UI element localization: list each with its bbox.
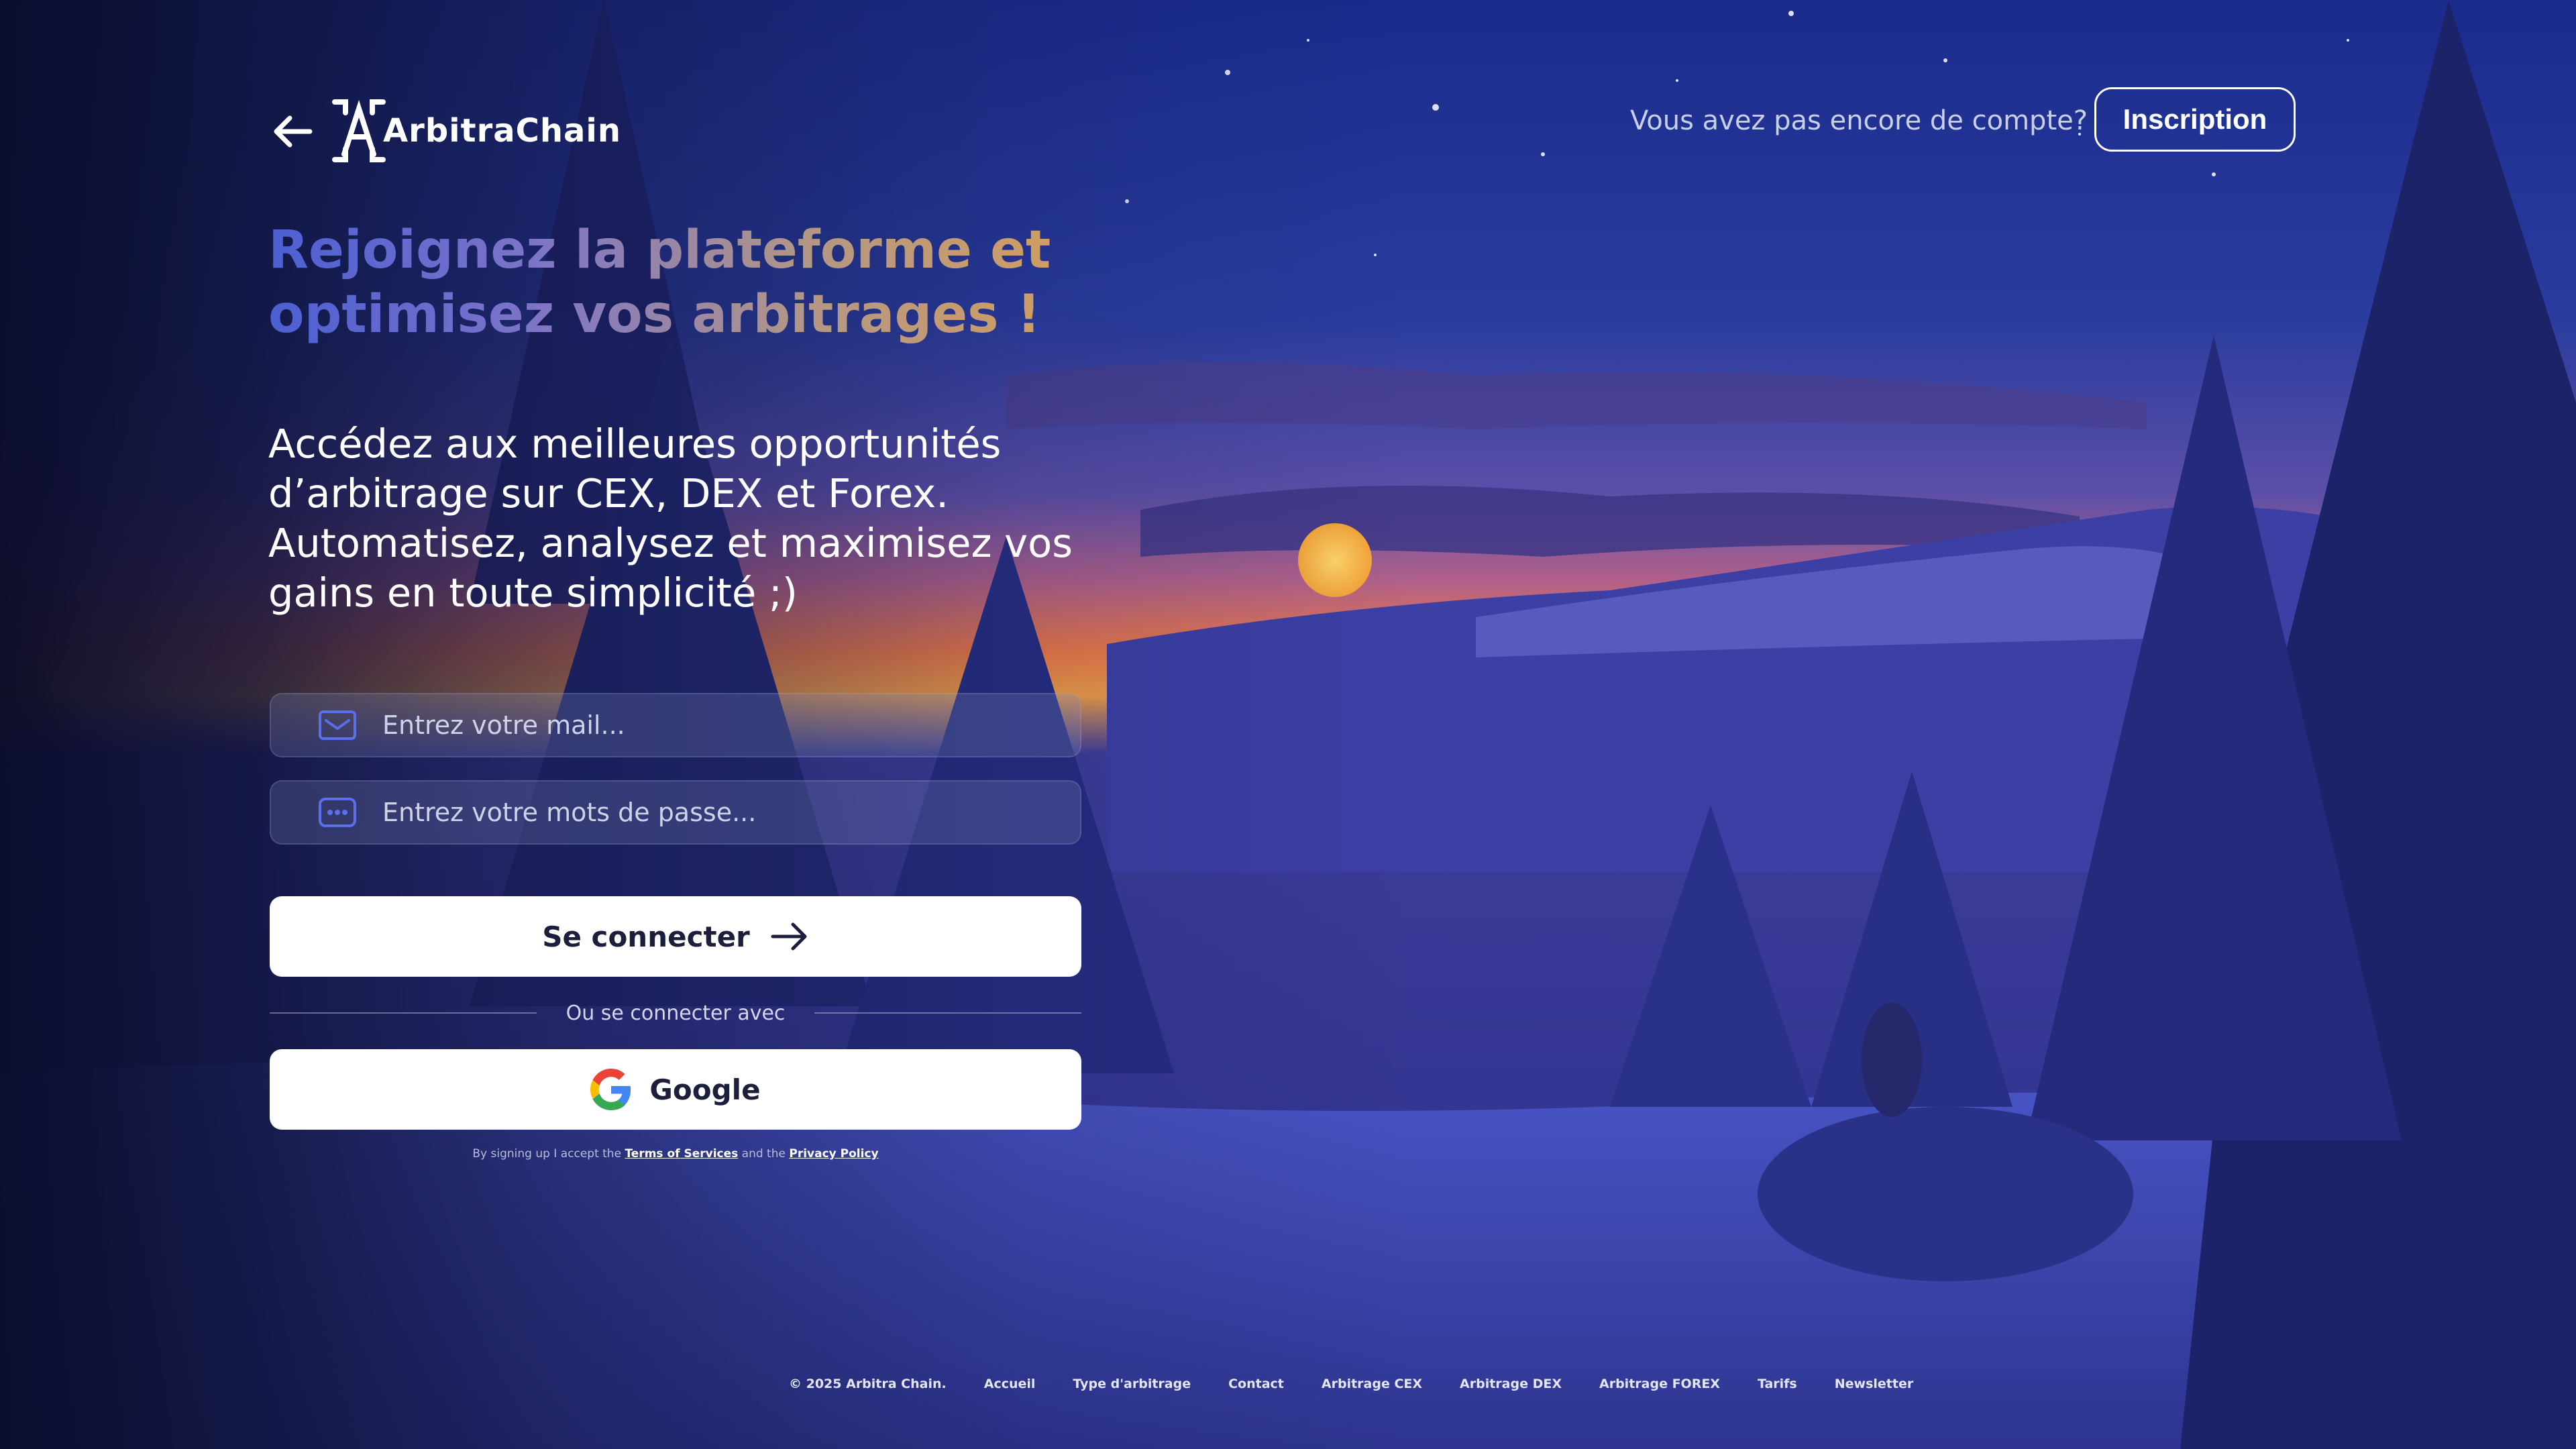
email-field[interactable]: [270, 693, 1081, 757]
footer-link-tarifs[interactable]: Tarifs: [1758, 1377, 1797, 1391]
signup-prompt: Vous avez pas encore de compte?: [1630, 105, 2088, 136]
footer-link-arbitrage-forex[interactable]: Arbitrage FOREX: [1599, 1377, 1720, 1391]
page-title-line-1: Rejoignez la plateforme et: [268, 220, 1051, 280]
footer-link-newsletter[interactable]: Newsletter: [1835, 1377, 1913, 1391]
arbitrachain-logo-icon: [332, 99, 386, 162]
terms-link[interactable]: Terms of Services: [625, 1147, 738, 1161]
legal-prefix: By signing up I accept the: [472, 1147, 622, 1161]
subtitle-line-1: Accédez aux meilleures opportunités: [268, 421, 1002, 467]
legal-and: and the: [741, 1147, 786, 1161]
arrow-right-icon: [771, 922, 807, 951]
divider-line-right: [814, 1012, 1082, 1014]
privacy-link[interactable]: Privacy Policy: [789, 1147, 878, 1161]
email-input[interactable]: [381, 710, 1080, 741]
subtitle-line-2: d’arbitrage sur CEX, DEX et Forex.: [268, 470, 949, 517]
password-dots-icon: [319, 798, 356, 827]
password-field[interactable]: [270, 780, 1081, 845]
login-button-label: Se connecter: [542, 920, 750, 953]
footer-link-arbitrage-cex[interactable]: Arbitrage CEX: [1322, 1377, 1422, 1391]
divider: Ou se connecter avec: [270, 1000, 1082, 1026]
brand-name: ArbitraChain: [383, 112, 622, 150]
footer-link-type-arbitrage[interactable]: Type d'arbitrage: [1073, 1377, 1191, 1391]
brand-logo[interactable]: ArbitraChain: [325, 94, 621, 168]
page-title: Rejoignez la plateforme et optimisez vos…: [268, 218, 1140, 347]
signup-button[interactable]: Inscription: [2094, 87, 2296, 152]
mail-icon: [319, 710, 356, 740]
footer-link-accueil[interactable]: Accueil: [984, 1377, 1036, 1391]
footer-link-arbitrage-dex[interactable]: Arbitrage DEX: [1460, 1377, 1562, 1391]
page-subtitle: Accédez aux meilleures opportunités d’ar…: [268, 419, 1114, 618]
google-button-label: Google: [649, 1073, 761, 1106]
password-input[interactable]: [381, 797, 1080, 828]
arrow-left-icon: [274, 115, 313, 148]
back-button[interactable]: [268, 107, 317, 156]
footer: © 2025 Arbitra Chain. Accueil Type d'arb…: [789, 1377, 1913, 1391]
divider-text: Ou se connecter avec: [566, 1001, 786, 1025]
legal-notice: By signing up I accept the Terms of Serv…: [270, 1147, 1081, 1161]
page-title-line-2: optimisez vos arbitrages !: [268, 284, 1041, 345]
footer-link-contact[interactable]: Contact: [1228, 1377, 1284, 1391]
divider-line-left: [270, 1012, 537, 1014]
subtitle-line-4: gains en toute simplicité ;): [268, 570, 798, 616]
google-login-button[interactable]: Google: [270, 1049, 1081, 1130]
google-icon: [590, 1069, 631, 1110]
footer-copyright: © 2025 Arbitra Chain.: [789, 1377, 947, 1391]
login-button[interactable]: Se connecter: [270, 896, 1081, 977]
subtitle-line-3: Automatisez, analysez et maximisez vos: [268, 520, 1073, 566]
